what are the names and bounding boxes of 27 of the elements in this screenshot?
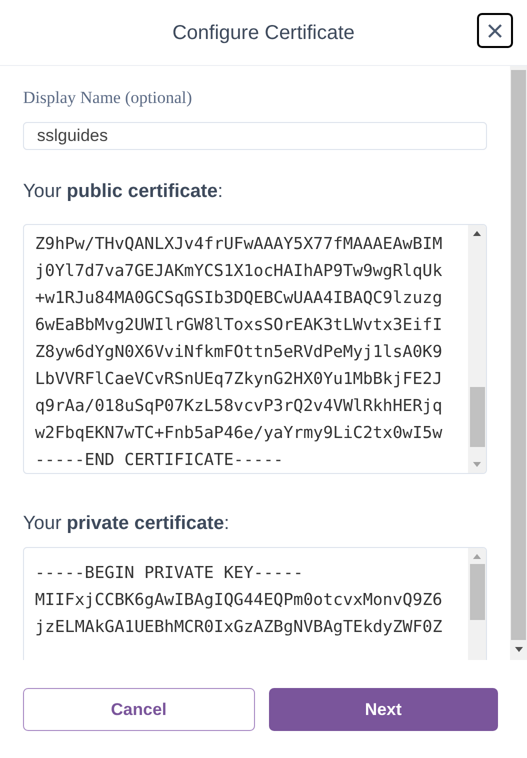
certificate-text-line: -----BEGIN PRIVATE KEY----- — [35, 562, 304, 584]
certificate-text-line: Z8yw6dYgN0X6VviNfkmFOttn5eRVdPeMyj1lsA0K9 — [35, 340, 444, 362]
certificate-text-line: jzELMAkGA1UEBhMCR0IxGzAZBgNVBAgTEkdyZWF0Z — [35, 616, 444, 638]
section-label: Your private certificate: — [23, 512, 230, 536]
scrollbar-thumb[interactable] — [511, 70, 526, 640]
scrollbar-thumb[interactable] — [470, 386, 484, 446]
certificate-text-line: Z9hPw/THvQANLXJv4frUFwAAAY5X77fMAAAEAwBIM — [35, 232, 444, 254]
certificate-text-line: q9rAa/018uSqP07KzL58vcvP3rQ2v4VWlRkhHERjq — [35, 394, 444, 416]
display-name-field[interactable]: sslguides — [23, 122, 487, 150]
certificate-text-line: w2FbqEKN7wTC+Fnb5aP46e/yaYrmy9LiC2tx0wI5w — [35, 422, 444, 444]
certificate-text-line: LbVVRFlCaeVCvRSnUEq7ZkynG2HX0Yu1MbBkjFE2J — [35, 368, 444, 390]
scrollbar[interactable] — [468, 224, 486, 472]
certificate-text-line: 6wEaBbMvg2UWIlrGW8lToxsSOrEAK3tLWvtx3EifI — [35, 314, 444, 336]
scrollbar[interactable] — [510, 66, 527, 660]
certificate-text-line: j0Yl7d7va7GEJAKmYCS1X1ocHAIhAP9Tw9wgRlqUk — [35, 260, 444, 282]
next-button[interactable]: Next — [268, 688, 498, 731]
section-label: Your public certificate: — [23, 180, 224, 204]
close-button[interactable] — [477, 13, 513, 48]
field-label: Display Name (optional) — [23, 88, 194, 108]
public-certificate-field[interactable] — [23, 224, 487, 474]
certificate-text-line: -----END CERTIFICATE----- — [35, 448, 284, 470]
cancel-button[interactable]: Cancel — [23, 688, 254, 731]
scrollbar-thumb[interactable] — [470, 564, 484, 620]
dialog-title: Configure Certificate — [172, 20, 355, 46]
certificate-text-line: MIIFxjCCBK6gAwIBAgIQG44EQPm0otcvxMonvQ9Z6 — [35, 588, 444, 610]
certificate-text-line: +w1RJu84MA0GCSqGSIb3DQEBCwUAA4IBAQC9lzuzg — [35, 286, 444, 308]
close-icon — [487, 22, 503, 38]
